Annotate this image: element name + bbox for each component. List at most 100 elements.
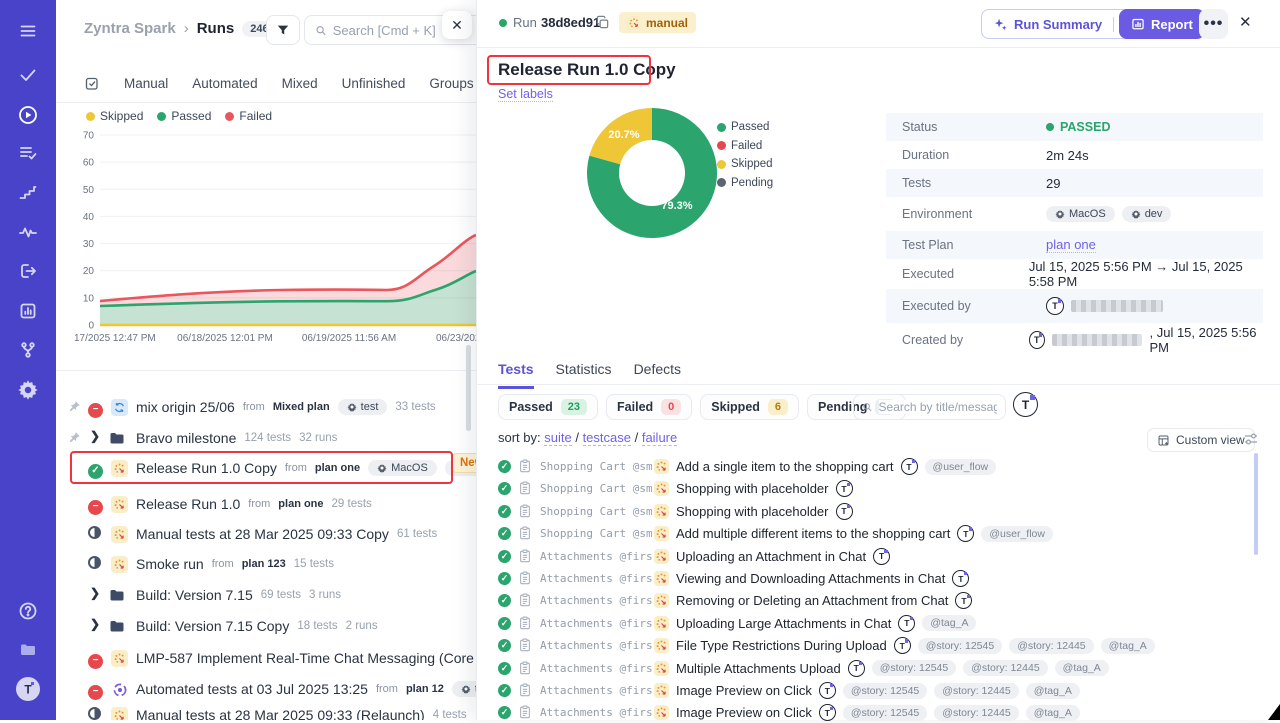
redacted-username — [1071, 300, 1163, 312]
runs-list-panel: Zyntra Spark › Runs 246 ✕ ManualAutomate… — [56, 0, 476, 720]
test-result-row[interactable]: ✓Attachments @firstImage Preview on Clic… — [477, 680, 1280, 701]
summary-row-duration: Duration2m 24s — [886, 141, 1263, 169]
chevron-right-icon[interactable]: ❯ — [90, 586, 100, 600]
run-title: mix origin 25/06 — [136, 399, 235, 415]
test-suite-name: Attachments @first — [540, 594, 652, 607]
run-type-tab-groups[interactable]: Groups — [429, 76, 473, 91]
folders-icon[interactable] — [18, 639, 38, 659]
run-plan-name: plan one — [315, 462, 360, 474]
menu-icon[interactable] — [18, 21, 38, 41]
branch-icon[interactable] — [18, 340, 38, 360]
avatar-icon[interactable]: T — [15, 676, 41, 702]
run-list-item[interactable]: Smoke runfromplan 12315 tests — [56, 552, 476, 576]
more-actions-button[interactable]: ••• — [1199, 9, 1228, 39]
assignee-avatar: T — [901, 458, 918, 475]
run-list-item[interactable]: −Automated tests at 03 Jul 2025 13:25fro… — [56, 677, 476, 701]
panel-close-button[interactable]: ✕ — [442, 11, 472, 39]
test-result-row[interactable]: ✓Attachments @firstFile Type Restriction… — [477, 635, 1280, 656]
test-result-row[interactable]: ✓Attachments @firstUploading an Attachme… — [477, 546, 1280, 567]
run-type-tab-manual[interactable]: Manual — [124, 76, 168, 91]
test-tag: @tag_A — [1101, 638, 1155, 654]
test-title: Image Preview on Click — [676, 705, 812, 720]
divider — [56, 370, 476, 371]
test-result-row[interactable]: ✓Attachments @firstMultiple Attachments … — [477, 658, 1280, 679]
chart-box-icon[interactable] — [18, 301, 38, 321]
donut-legend-item-passed: Passed — [717, 121, 773, 133]
left-scrollbar-thumb[interactable] — [466, 345, 471, 431]
filter-chip-skipped[interactable]: Skipped6 — [700, 394, 799, 420]
run-meta: 124 tests — [244, 432, 291, 444]
test-result-row[interactable]: ✓Shopping Cart @sm…Shopping with placeho… — [477, 478, 1280, 499]
check-icon[interactable] — [18, 65, 38, 85]
run-title: Release Run 1.0 Copy — [498, 60, 676, 80]
tests-search[interactable] — [853, 394, 1006, 420]
run-list-item[interactable]: ❯Build: Version 7.1569 tests3 runs — [56, 583, 476, 607]
run-list-item[interactable]: ✓Release Run 1.0 Copyfromplan oneMacOSde… — [56, 456, 476, 480]
test-result-row[interactable]: ✓Attachments @firstRemoving or Deleting … — [477, 590, 1280, 611]
run-list-item[interactable]: Manual tests at 28 Mar 2025 09:33 Copy61… — [56, 522, 476, 546]
run-list-item[interactable]: ❯Build: Version 7.15 Copy18 tests2 runs — [56, 614, 476, 638]
run-type-tab-unfinished[interactable]: Unfinished — [342, 76, 406, 91]
test-result-row[interactable]: ✓Shopping Cart @sm…Add a single item to … — [477, 456, 1280, 477]
run-list-item[interactable]: −LMP-587 Implement Real-Time Chat Messag… — [56, 646, 476, 670]
assignee-avatar: T — [873, 548, 890, 565]
filter-chip-passed[interactable]: Passed23 — [498, 394, 598, 420]
custom-view-button[interactable]: Custom view — [1147, 428, 1255, 452]
filter-button[interactable] — [266, 15, 300, 45]
filter-chip-failed[interactable]: Failed0 — [606, 394, 692, 420]
test-result-row[interactable]: ✓Shopping Cart @sm…Add multiple differen… — [477, 523, 1280, 544]
set-labels-link[interactable]: Set labels — [498, 87, 553, 102]
run-title: Bravo milestone — [136, 430, 236, 446]
legend-dot — [717, 141, 726, 150]
assignee-filter-avatar[interactable]: T — [1013, 392, 1038, 417]
run-meta: 69 tests — [261, 589, 301, 601]
run-list-item[interactable]: −mix origin 25/06fromMixed plantest33 te… — [56, 395, 476, 419]
box-arrow-icon[interactable] — [18, 261, 38, 281]
close-detail-button[interactable]: ✕ — [1239, 13, 1252, 31]
help-icon[interactable] — [18, 601, 38, 621]
report-button[interactable]: Report — [1119, 9, 1205, 39]
test-result-row[interactable]: ✓Shopping Cart @sm…Shopping with placeho… — [477, 501, 1280, 522]
environment-badge-label: dev — [1145, 208, 1163, 220]
run-status-inprogress-icon — [88, 556, 101, 574]
list-check-icon[interactable] — [18, 143, 38, 163]
test-passed-icon: ✓ — [498, 617, 511, 630]
bulk-select-icon[interactable] — [84, 75, 100, 91]
copy-icon[interactable] — [595, 15, 610, 30]
test-passed-icon: ✓ — [498, 550, 511, 563]
sliders-icon[interactable] — [1243, 431, 1259, 447]
chevron-right-icon[interactable]: ❯ — [90, 617, 100, 631]
legend-dot — [225, 112, 234, 121]
test-result-row[interactable]: ✓Attachments @firstUploading Large Attac… — [477, 613, 1280, 634]
assignee-avatar: T — [894, 637, 911, 654]
run-plan-name: Mixed plan — [273, 401, 330, 413]
legend-label: Skipped — [731, 158, 773, 170]
breadcrumb-project[interactable]: Zyntra Spark — [84, 20, 176, 37]
pulse-icon[interactable] — [18, 222, 38, 242]
run-list-item[interactable]: −Release Run 1.0fromplan one29 tests — [56, 492, 476, 516]
test-suite-name: Attachments @first — [540, 706, 652, 719]
sort-option-testcase[interactable]: testcase — [583, 430, 631, 446]
steps-icon[interactable] — [18, 182, 38, 202]
run-from-label: from — [243, 401, 265, 413]
run-type-tab-mixed[interactable]: Mixed — [282, 76, 318, 91]
sort-option-suite[interactable]: suite — [544, 430, 571, 446]
chevron-right-icon[interactable]: ❯ — [90, 429, 100, 443]
test-result-row[interactable]: ✓Attachments @firstViewing and Downloadi… — [477, 568, 1280, 589]
run-type-tab-automated[interactable]: Automated — [192, 76, 257, 91]
test-plan-link[interactable]: plan one — [1046, 237, 1096, 253]
run-list-item[interactable]: Manual tests at 28 Mar 2025 09:33 (Relau… — [56, 703, 476, 720]
tests-search-input[interactable] — [879, 400, 997, 414]
test-suite-name: Attachments @first — [540, 572, 652, 585]
detail-scrollbar-thumb[interactable] — [1254, 453, 1258, 555]
summary-value: MacOSdev — [1046, 206, 1171, 222]
test-passed-icon: ✓ — [498, 505, 511, 518]
gear-icon[interactable] — [18, 380, 38, 400]
run-status-value: PASSED — [1046, 120, 1110, 134]
clipboard-icon — [518, 638, 532, 652]
sort-option-failure[interactable]: failure — [642, 430, 677, 446]
run-list-item[interactable]: ❯Bravo milestone124 tests32 runs — [56, 426, 476, 450]
test-title: File Type Restrictions During Upload — [676, 638, 887, 653]
legend-item-skipped: Skipped — [86, 109, 143, 123]
play-icon[interactable] — [18, 105, 38, 125]
